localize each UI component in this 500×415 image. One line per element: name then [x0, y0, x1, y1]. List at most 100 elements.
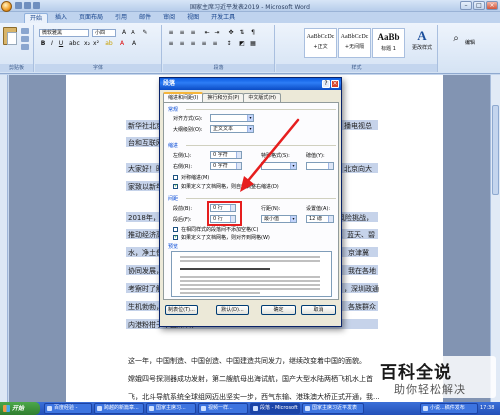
align-center-icon[interactable]: ≡ [178, 40, 186, 48]
tab-insert[interactable]: 插入 [50, 13, 72, 23]
tab-references[interactable]: 引用 [110, 13, 132, 23]
tab-review[interactable]: 审阅 [158, 13, 180, 23]
numbering-icon[interactable]: ≡ [178, 29, 186, 37]
style-normal[interactable]: AaBbCcDc +正文 [304, 28, 337, 58]
taskbar-item[interactable]: 跨越的新篇章... [94, 403, 144, 414]
tabs-button[interactable]: 制表位(T)... [165, 305, 198, 315]
shading-icon[interactable]: ◩ [238, 40, 246, 48]
chinese-layout-icon[interactable]: ✥ [227, 29, 235, 37]
find-icon[interactable]: ⌕ [449, 34, 463, 44]
tab-line-page-breaks[interactable]: 换行和分页(P) [202, 93, 245, 102]
show-marks-icon[interactable]: ¶ [249, 29, 257, 37]
paragraph-dialog: 段落 ? × 缩进和间距(I) 换行和分页(P) 中文版式(H) 常规 对齐方式… [159, 77, 342, 327]
chevron-down-icon[interactable]: ▾ [247, 115, 253, 121]
left-indent-label: 左侧(L): [173, 153, 192, 159]
underline-icon[interactable]: U [57, 40, 65, 48]
increase-indent-icon[interactable]: ⇥ [213, 29, 221, 37]
auto-adjust-indent-checkbox[interactable] [173, 183, 178, 189]
sort-icon[interactable]: ⇅ [238, 29, 246, 37]
spinner-icon[interactable] [236, 163, 241, 169]
change-styles-button[interactable]: A 更改样式 [412, 28, 432, 58]
chevron-down-icon[interactable]: ▾ [247, 126, 253, 132]
close-button[interactable]: × [486, 1, 498, 10]
tab-view[interactable]: 视图 [182, 13, 204, 23]
clear-format-icon[interactable]: ✎ [141, 29, 149, 37]
doc-line-fragment: 各族群众 [348, 303, 376, 311]
start-button[interactable]: 开始 [0, 402, 40, 415]
spinner-icon[interactable] [236, 152, 241, 158]
taskbar-item[interactable]: 段落 - Microsoft [250, 403, 300, 414]
font-size-combo[interactable]: 小四 [92, 29, 116, 37]
line-spacing-icon[interactable]: ↕ [225, 40, 233, 48]
vertical-scrollbar[interactable] [490, 75, 500, 402]
cancel-button[interactable]: 取消 [301, 305, 336, 315]
chevron-down-icon[interactable]: ▾ [290, 163, 296, 169]
font-name-combo[interactable]: 微软雅黑 [39, 29, 89, 37]
justify-icon[interactable]: ≡ [200, 40, 208, 48]
editing-label[interactable]: 编辑 [465, 39, 475, 46]
indent-section-label: 缩进 [168, 143, 179, 149]
style-heading-1[interactable]: AaBb 标题 1 [372, 28, 405, 58]
spinner-icon[interactable] [328, 163, 333, 169]
italic-icon[interactable]: I [48, 40, 56, 48]
align-left-icon[interactable]: ≡ [167, 40, 175, 48]
line-spacing-select[interactable]: 最小值 ▾ [261, 215, 297, 223]
alignment-select[interactable]: ▾ [210, 114, 254, 122]
right-indent-field[interactable]: 0 字符 [210, 162, 242, 170]
bold-icon[interactable]: B [39, 40, 47, 48]
align-right-icon[interactable]: ≡ [189, 40, 197, 48]
char-shading-icon[interactable]: A [130, 40, 138, 48]
watermark-subtitle: 助你轻松解决 [394, 383, 466, 396]
preview-section-label: 预览 [168, 244, 179, 250]
multilevel-list-icon[interactable]: ≡ [189, 29, 197, 37]
distributed-icon[interactable]: ≡ [211, 40, 219, 48]
preview-line [180, 292, 260, 294]
spacing-at-field[interactable]: 12 磅 [306, 215, 334, 223]
scrollbar-thumb[interactable] [492, 105, 499, 195]
font-color-icon[interactable]: A [118, 40, 126, 48]
style-no-spacing-sample: AaBbCcDc [340, 34, 369, 40]
paste-icon[interactable] [3, 27, 17, 45]
outline-level-select[interactable]: 正文文本 ▾ [210, 125, 254, 133]
default-button[interactable]: 默认(D)... [216, 305, 249, 315]
maximize-button[interactable]: □ [473, 1, 485, 10]
special-indent-select[interactable]: ▾ [261, 162, 297, 170]
left-indent-field[interactable]: 0 字符 [210, 151, 242, 159]
highlight-icon[interactable]: ab [105, 40, 113, 48]
style-no-spacing[interactable]: AaBbCcDc +无间隔 [338, 28, 371, 58]
dialog-tabs: 缩进和间距(I) 换行和分页(P) 中文版式(H) [163, 92, 281, 102]
taskbar-item[interactable]: 小说...稿件发布 [420, 403, 478, 414]
tab-page-layout[interactable]: 页面布局 [74, 13, 108, 23]
spinner-icon[interactable] [328, 216, 333, 222]
decrease-indent-icon[interactable]: ⇤ [203, 29, 211, 37]
cut-icon[interactable] [21, 28, 29, 34]
tab-mailings[interactable]: 邮件 [134, 13, 156, 23]
bullets-icon[interactable]: ≡ [167, 29, 175, 37]
snap-to-grid-checkbox[interactable] [173, 234, 178, 240]
taskbar-item[interactable]: 国家主席习... [146, 403, 196, 414]
ok-button[interactable]: 确定 [261, 305, 296, 315]
minimize-button[interactable]: – [460, 1, 472, 10]
strikethrough-icon[interactable]: abc [69, 40, 80, 48]
tab-home[interactable]: 开始 [24, 13, 49, 23]
copy-icon[interactable] [21, 36, 29, 42]
taskbar-item[interactable]: 视频一样... [198, 403, 248, 414]
tab-developer[interactable]: 开发工具 [206, 13, 240, 23]
chevron-down-icon[interactable]: ▾ [290, 216, 296, 222]
superscript-icon[interactable]: x² [92, 40, 100, 48]
indent-by-field[interactable] [306, 162, 334, 170]
subscript-icon[interactable]: x₂ [83, 40, 91, 48]
mirror-indents-checkbox[interactable] [173, 175, 178, 180]
grow-font-icon[interactable]: A [120, 29, 128, 37]
taskbar-item[interactable]: 国家主席习近平发表 [302, 403, 364, 414]
taskbar-item[interactable]: 百度经验 - [44, 403, 92, 414]
tab-indents-spacing[interactable]: 缩进和间距(I) [163, 92, 204, 102]
no-space-same-style-checkbox[interactable] [173, 227, 178, 232]
format-painter-icon[interactable] [21, 44, 29, 50]
shrink-font-icon[interactable]: A [129, 29, 137, 37]
tab-asian-typography[interactable]: 中文版式(H) [243, 93, 281, 102]
borders-icon[interactable]: ▦ [249, 40, 257, 48]
dialog-help-button[interactable]: ? [322, 80, 330, 88]
dialog-close-button[interactable]: × [331, 80, 339, 88]
clipboard-group: 剪贴板 [0, 25, 34, 72]
